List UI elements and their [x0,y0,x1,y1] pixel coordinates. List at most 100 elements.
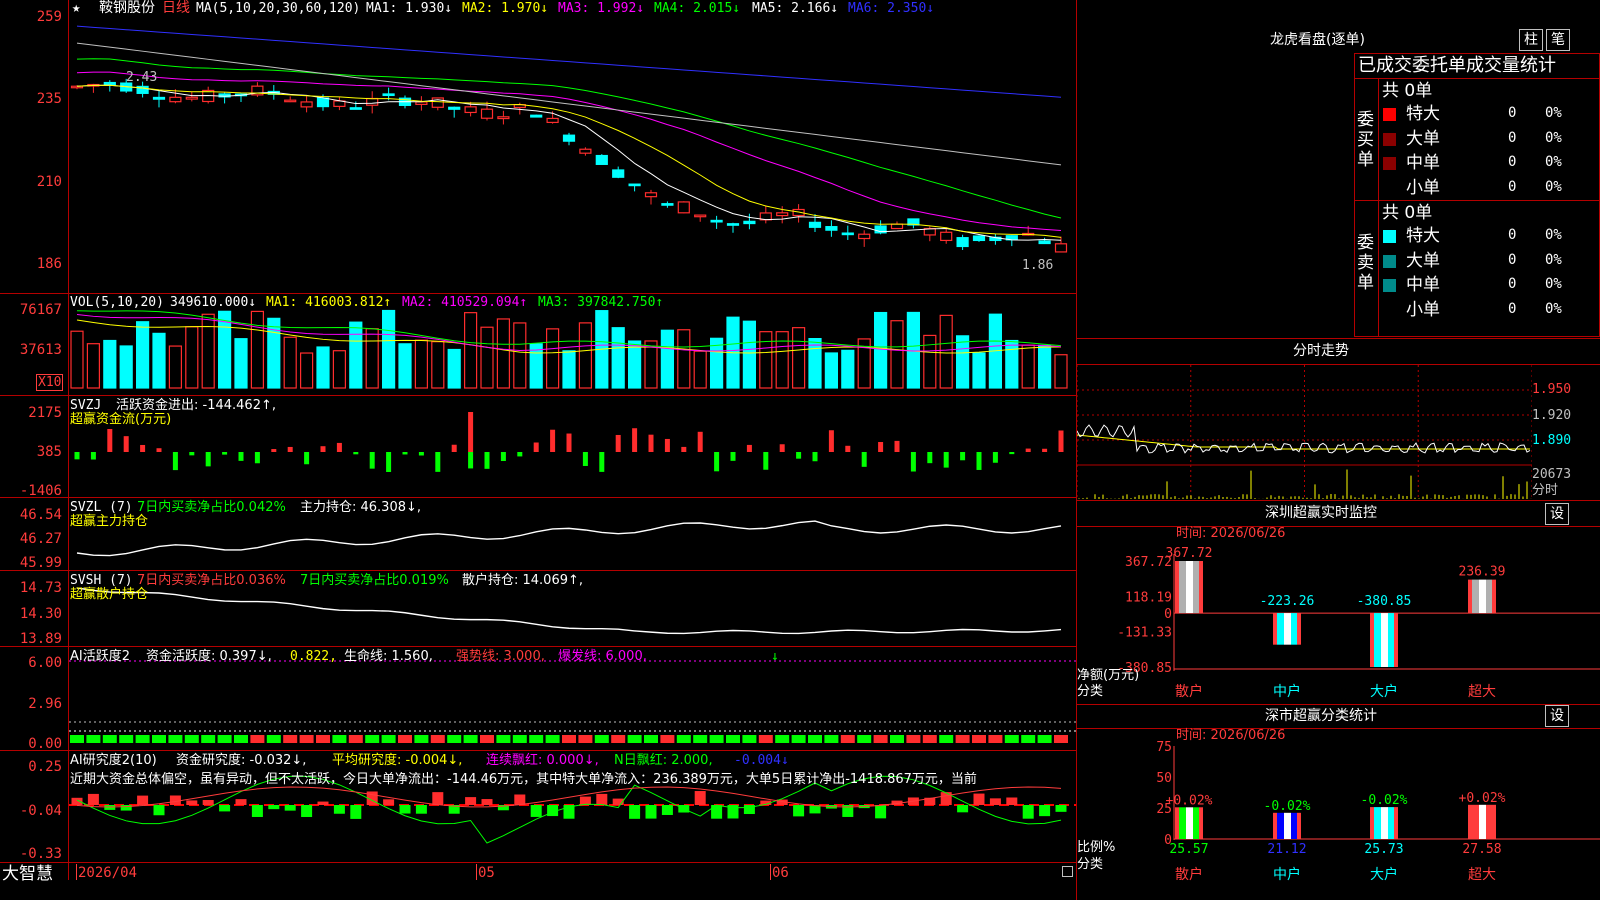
activity-bar [939,735,954,743]
vol-ma2: MA2: 410529.094↑ [402,295,528,310]
research-bar [629,805,641,819]
svzl-axis-bot: 45.99 [19,555,62,571]
fund-flow-bar [140,444,146,452]
fund-flow-bar [796,452,802,459]
candle-body [825,226,838,231]
activity-bar [906,735,921,743]
lock-icon[interactable] [1062,866,1073,877]
volume-bar [742,320,757,389]
sell-row-count: 0 [1508,276,1517,292]
candle-body [169,96,182,103]
brand-logo[interactable]: 大智慧 [2,864,53,884]
svzj-axis-bot: -1406 [19,483,62,499]
monitor-bar-segment [1186,561,1193,614]
buy-row-pct: 0% [1545,105,1562,121]
intraday-chart[interactable] [1077,365,1532,499]
svzl-text1: 7日内买卖净占比0.042% [137,500,286,515]
candle-body [726,223,740,226]
fund-flow-bar [353,452,359,455]
sell-row-pct: 0% [1545,227,1562,243]
svzj-label: SVZJ [70,398,102,413]
research-bar [875,805,887,819]
monitor-bar-3 [1468,579,1496,614]
monitor-category-label: 大户 [1370,683,1398,700]
svsh-axis-bot: 13.89 [19,631,62,647]
ma1-value: MA1: 1.930↓ [366,1,453,16]
svzj-sub: 超赢资金流(万元) [70,412,172,427]
stat-change-label: +0.02% [1459,791,1506,806]
stat-bar-segment [1277,812,1284,839]
sz-monitor-settings-button[interactable]: 设 [1545,503,1569,525]
activity-bar [70,735,84,743]
volume-bar [1037,344,1052,389]
research-bar [169,795,181,805]
volume-bar [611,327,625,389]
period-label[interactable]: 日线 [162,1,190,15]
activity-bar [217,735,232,743]
stat-bar-segment [1479,804,1486,839]
research-bar [661,805,673,815]
candle-body [677,201,690,214]
monitor-bar-segment [1394,613,1398,667]
stats-label-col-sep [1378,78,1379,337]
fund-flow-bar [271,449,277,452]
buy-color-square [1383,108,1396,121]
buy-row-label: 特大 [1406,104,1440,124]
candle-body [562,134,576,142]
svsh-text3: 散户持仓: 14.069↑, [462,573,584,588]
fund-flow-bar [1025,448,1031,452]
fund-flow-bar [386,452,392,472]
sell-row-count: 0 [1508,251,1517,268]
stat-category-label: 散户 [1175,866,1203,883]
volume-bar [201,313,215,389]
ai-active-text5: 爆发线: 6.000, [558,649,647,664]
fund-flow-bar [435,452,441,472]
activity-bar [250,735,265,743]
fund-flow-bar [238,452,244,461]
ai-active-axis-mid: 2.96 [28,696,62,712]
fund-flow-bar [779,444,785,452]
research-bar [301,805,313,818]
activity-bar [693,735,708,743]
order-stats-title: 已成交委托单成交量统计 [1358,55,1556,76]
bar-view-button[interactable]: 柱 [1519,29,1543,51]
stat-bar-1 [1273,812,1301,839]
buy-row-count: 0 [1508,105,1517,121]
volume-bar [824,352,839,389]
volume-bar [316,346,330,389]
date-tick-may [476,864,477,880]
star-icon[interactable]: ★ [72,1,80,15]
research-bar [87,793,99,805]
fund-flow-bar [812,452,818,462]
vol-unit-badge[interactable]: X10 [36,374,64,391]
main-chart-canvas[interactable]: ↓ [69,0,1076,862]
activity-bar [660,735,675,743]
candle-body [808,221,822,228]
candle-body [497,116,510,120]
volume-bar [841,349,855,389]
stat-title-sep [1076,728,1600,729]
sell-color-square [1383,230,1396,243]
bottom-bar-separator [0,862,1076,863]
monitor-xlabel: 分类 [1077,684,1103,699]
volume-bar [119,345,133,389]
ma1-line [76,84,1062,241]
stat-bar-segment [1186,807,1193,839]
volume-bar [1021,344,1035,389]
activity-bar [758,735,773,743]
buy-row-pct: 0% [1545,178,1562,195]
fund-flow-bar [320,446,326,452]
volume-bar [890,320,904,389]
activity-bar [611,735,626,743]
research-bar [711,805,723,819]
research-bar [251,805,263,817]
activity-bar [86,735,101,743]
sz-stat-settings-button[interactable]: 设 [1545,705,1569,727]
research-bar [793,805,805,817]
stock-chart-app: ↓ ★ 鞍钢股份 日线 MA(5,10,20,30,60,120) MA1: 1… [0,0,1600,900]
vol-axis-mid: 37613 [19,342,62,358]
vol-ma3: MA3: 397842.750↑ [538,295,664,310]
activity-bar [201,735,216,743]
fenshi-top-sep [1076,338,1600,339]
tick-view-button[interactable]: 笔 [1546,29,1570,51]
